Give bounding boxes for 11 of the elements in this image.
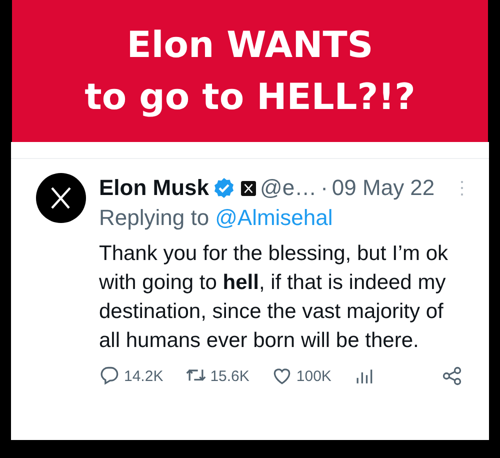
- action-count: 14.2K: [124, 368, 164, 384]
- headline: Elon WANTS: [126, 24, 374, 68]
- tweet-date[interactable]: 09 May 22: [332, 173, 435, 203]
- replying-label: Replying to: [99, 204, 210, 232]
- action-count: 15.6K: [210, 368, 250, 384]
- author-name[interactable]: Elon Musk: [99, 173, 210, 203]
- separator-dot: ·: [320, 174, 328, 202]
- tweet-text: Thank you for the blessing, but I’m ok with going to hell, if that is indeed my destination, since the vast majority of all humans ever born will be there.: [99, 241, 450, 354]
- author-handle[interactable]: @e…: [260, 173, 317, 203]
- headline: to go to HELL?!?: [84, 76, 416, 120]
- action-count: 100K: [296, 368, 332, 384]
